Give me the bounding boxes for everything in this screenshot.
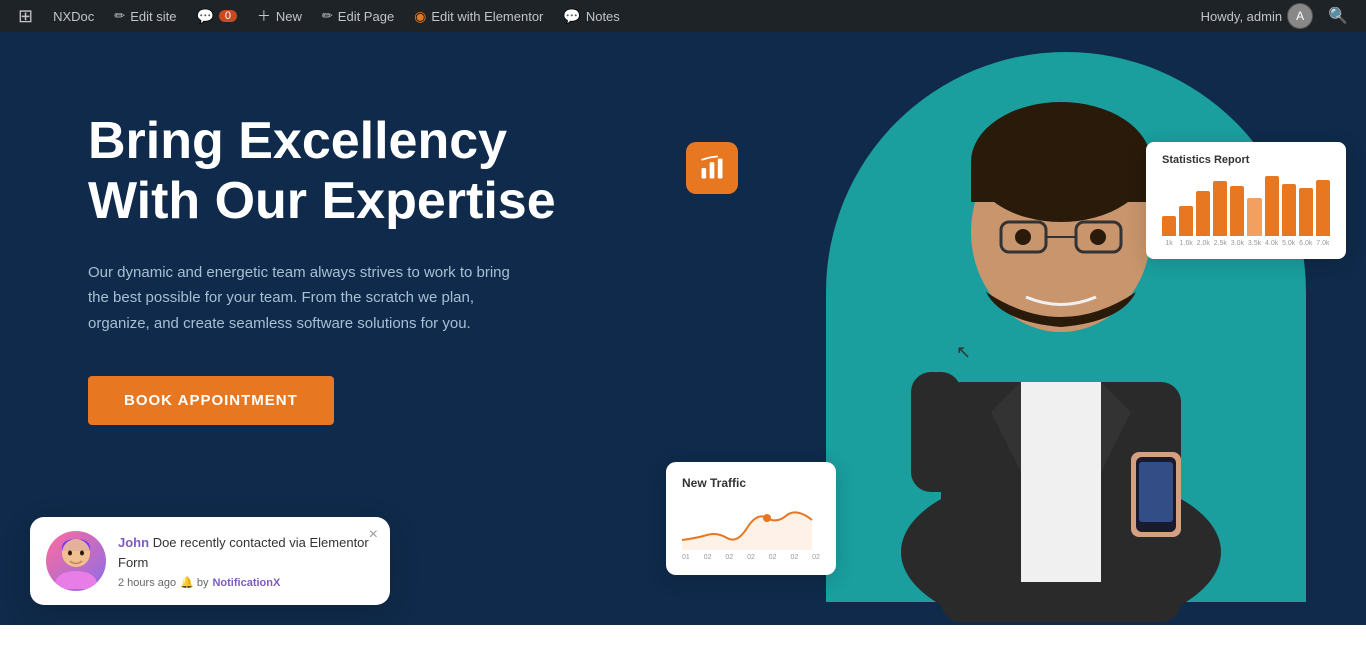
notif-time: 2 hours ago 🔔 by NotificationX xyxy=(118,576,374,589)
bar-chart-icon xyxy=(698,154,726,182)
chart-bar xyxy=(1247,198,1261,236)
notif-rest: Doe recently contacted via Elementor For… xyxy=(118,535,369,570)
search-icon[interactable]: 🔍 xyxy=(1318,6,1358,26)
chart-bar xyxy=(1282,184,1296,236)
elementor-icon: ◉ xyxy=(414,8,426,25)
chart-bar-label: 3.5k xyxy=(1247,240,1261,247)
hero-illustration: Statistics Report 1k1.6k2.0k2.5k3.0k3.5k… xyxy=(636,32,1366,625)
chart-bar xyxy=(1316,180,1330,236)
comments-icon: 💬 xyxy=(196,8,213,25)
wp-logo-item[interactable]: ⊞ xyxy=(8,0,43,32)
wp-icon: ⊞ xyxy=(18,6,33,27)
stats-icon-box xyxy=(686,142,738,194)
traffic-label: 02 xyxy=(747,554,755,561)
notif-plugin: NotificationX xyxy=(212,577,280,589)
admin-bar: ⊞ NXDoc ✏ Edit site 💬 0 ＋ New ✏ Edit Pag… xyxy=(0,0,1366,32)
chart-bar-label: 1k xyxy=(1162,240,1176,247)
chart-bar-label: 3.0k xyxy=(1230,240,1244,247)
chart-bar xyxy=(1213,181,1227,236)
avatar[interactable]: A xyxy=(1287,3,1313,29)
traffic-label: 02 xyxy=(725,554,733,561)
chart-bar xyxy=(1299,188,1313,236)
hero-title: Bring Excellency With Our Expertise xyxy=(88,112,628,232)
site-name-label: NXDoc xyxy=(53,9,94,24)
traffic-label: 01 xyxy=(682,554,690,561)
edit-site-item[interactable]: ✏ Edit site xyxy=(104,0,186,32)
notes-item[interactable]: 💬 Notes xyxy=(553,0,629,32)
traffic-label: 02 xyxy=(790,554,798,561)
chart-bar xyxy=(1265,176,1279,236)
close-button[interactable]: × xyxy=(369,527,378,543)
traffic-labels: 01 02 02 02 02 02 02 xyxy=(682,554,820,561)
hero-section: Bring Excellency With Our Expertise Our … xyxy=(0,32,1366,625)
edit-site-label: Edit site xyxy=(130,9,176,24)
chart-bar-label: 2.0k xyxy=(1196,240,1210,247)
new-label: New xyxy=(276,9,302,24)
bar-labels: 1k1.6k2.0k2.5k3.0k3.5k 4.0k5.0k6.0k7.0k xyxy=(1162,240,1330,247)
chart-bar-label: 5.0k xyxy=(1282,240,1296,247)
traffic-label: 02 xyxy=(812,554,820,561)
chart-bar xyxy=(1162,216,1176,236)
notif-by: 🔔 by xyxy=(180,576,208,589)
notification-popup: John Doe recently contacted via Elemento… xyxy=(30,517,390,605)
notif-avatar xyxy=(46,531,106,591)
hero-content: Bring Excellency With Our Expertise Our … xyxy=(88,112,628,425)
comments-item[interactable]: 💬 0 xyxy=(186,0,246,32)
line-chart xyxy=(682,500,820,550)
edit-page-item[interactable]: ✏ Edit Page xyxy=(312,0,404,32)
statistics-card: Statistics Report 1k1.6k2.0k2.5k3.0k3.5k… xyxy=(1146,142,1346,259)
chart-bar-label: 1.6k xyxy=(1179,240,1193,247)
edit-page-icon: ✏ xyxy=(322,8,333,24)
chart-bar xyxy=(1196,191,1210,236)
traffic-title: New Traffic xyxy=(682,476,820,490)
notif-text: John Doe recently contacted via Elemento… xyxy=(118,533,374,572)
edit-site-icon: ✏ xyxy=(114,8,125,24)
admin-bar-right: Howdy, admin A 🔍 xyxy=(1201,3,1358,29)
edit-page-label: Edit Page xyxy=(338,9,394,24)
site-name-item[interactable]: NXDoc xyxy=(43,0,104,32)
chart-bar-label: 7.0k xyxy=(1316,240,1330,247)
hero-description: Our dynamic and energetic team always st… xyxy=(88,260,528,337)
chart-bar-label: 4.0k xyxy=(1265,240,1279,247)
traffic-card: New Traffic 01 02 02 02 02 02 02 xyxy=(666,462,836,575)
notif-name: John xyxy=(118,535,149,550)
stats-card-title: Statistics Report xyxy=(1162,154,1330,166)
elementor-item[interactable]: ◉ Edit with Elementor xyxy=(404,0,553,32)
chart-bar-label: 2.5k xyxy=(1213,240,1227,247)
new-icon: ＋ xyxy=(257,6,271,26)
cta-button[interactable]: BOOK APPOINTMENT xyxy=(88,376,334,425)
howdy-text: Howdy, admin xyxy=(1201,9,1282,24)
person-illustration xyxy=(811,32,1311,622)
bar-chart xyxy=(1162,176,1330,236)
traffic-label: 02 xyxy=(769,554,777,561)
elementor-label: Edit with Elementor xyxy=(431,9,543,24)
notif-content: John Doe recently contacted via Elemento… xyxy=(118,533,374,589)
comments-badge: 0 xyxy=(219,10,237,22)
mouse-cursor: ↖ xyxy=(956,342,971,363)
notes-label: Notes xyxy=(586,9,620,24)
chart-bar xyxy=(1230,186,1244,236)
traffic-label: 02 xyxy=(704,554,712,561)
notes-icon: 💬 xyxy=(563,8,580,25)
notif-time-text: 2 hours ago xyxy=(118,577,176,589)
new-item[interactable]: ＋ New xyxy=(247,0,312,32)
chart-bar-label: 6.0k xyxy=(1299,240,1313,247)
chart-bar xyxy=(1179,206,1193,236)
